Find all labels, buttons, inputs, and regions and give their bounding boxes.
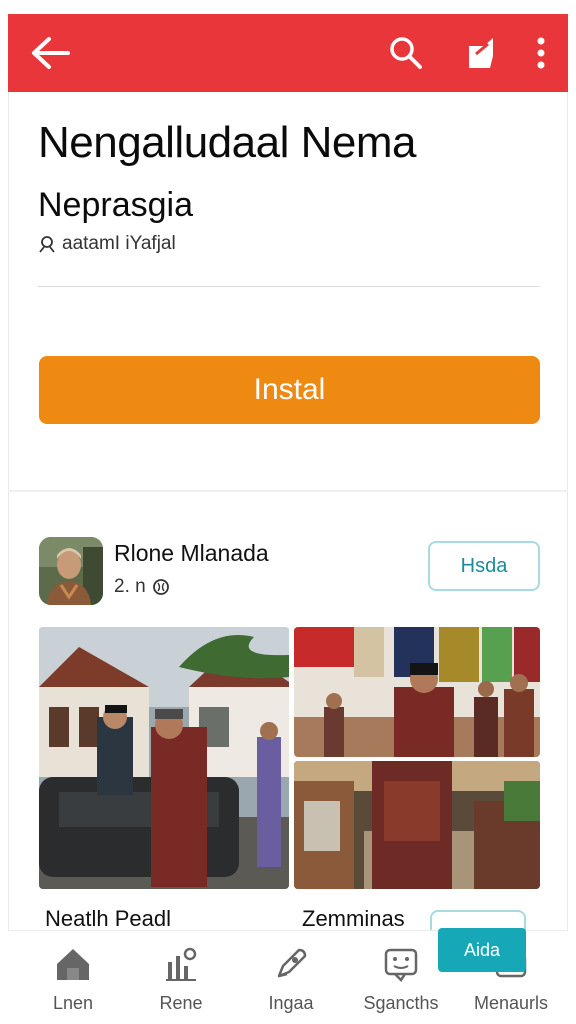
nav-label-sgancths: Sgancths [363,993,439,1013]
nav-label-menaurls: Menaurls [473,993,549,1013]
divider [38,286,540,287]
nav-item-rene[interactable]: Rene [126,931,236,1024]
nav-item-home[interactable]: Lnen [18,931,128,1024]
developer-name[interactable]: Rlone Mlanada [114,540,269,567]
share-icon [469,38,493,68]
screenshot-2[interactable] [294,627,540,757]
developer-meta: 2. n [114,576,170,598]
nav-label-home: Lnen [52,993,94,1013]
arrow-back-icon [32,37,70,69]
nav-item-ingaa[interactable]: Ingaa [236,931,346,1024]
nav-label-ingaa: Ingaa [268,993,314,1013]
search-icon [390,37,422,69]
nav-label-rene: Rene [159,993,203,1013]
developer-avatar[interactable] [39,537,103,605]
globe-icon [152,579,169,595]
section-divider [8,490,568,492]
screenshot-1[interactable] [39,627,289,889]
card-title-left[interactable]: Neatlh Peadl [45,906,171,932]
app-meta-text: aatamI iYafjal [62,233,176,254]
stats-icon [166,947,197,981]
screenshot-3[interactable] [294,761,540,889]
floating-action-button[interactable]: Aida [438,928,526,972]
card-title-right[interactable]: Zemminas [302,906,405,932]
share-button[interactable] [453,14,509,92]
more-options-button[interactable] [516,14,566,92]
developer-meta-text: 2. n [114,576,146,597]
app-meta: aatamI iYafjal [38,233,176,255]
app-title: Nengalludaal Nema [38,118,416,167]
app-subtitle: Neprasgia [38,186,193,224]
pen-icon [277,948,307,978]
install-button[interactable]: Instal [39,356,540,424]
screenshot-gallery [39,627,540,889]
chat-icon [384,948,418,982]
search-button[interactable] [378,14,434,92]
home-icon [57,949,89,980]
follow-button[interactable]: Hsda [428,541,540,591]
more-vert-icon [537,37,545,69]
user-icon [39,236,55,253]
app-bar [8,14,568,92]
back-button[interactable] [26,14,76,92]
